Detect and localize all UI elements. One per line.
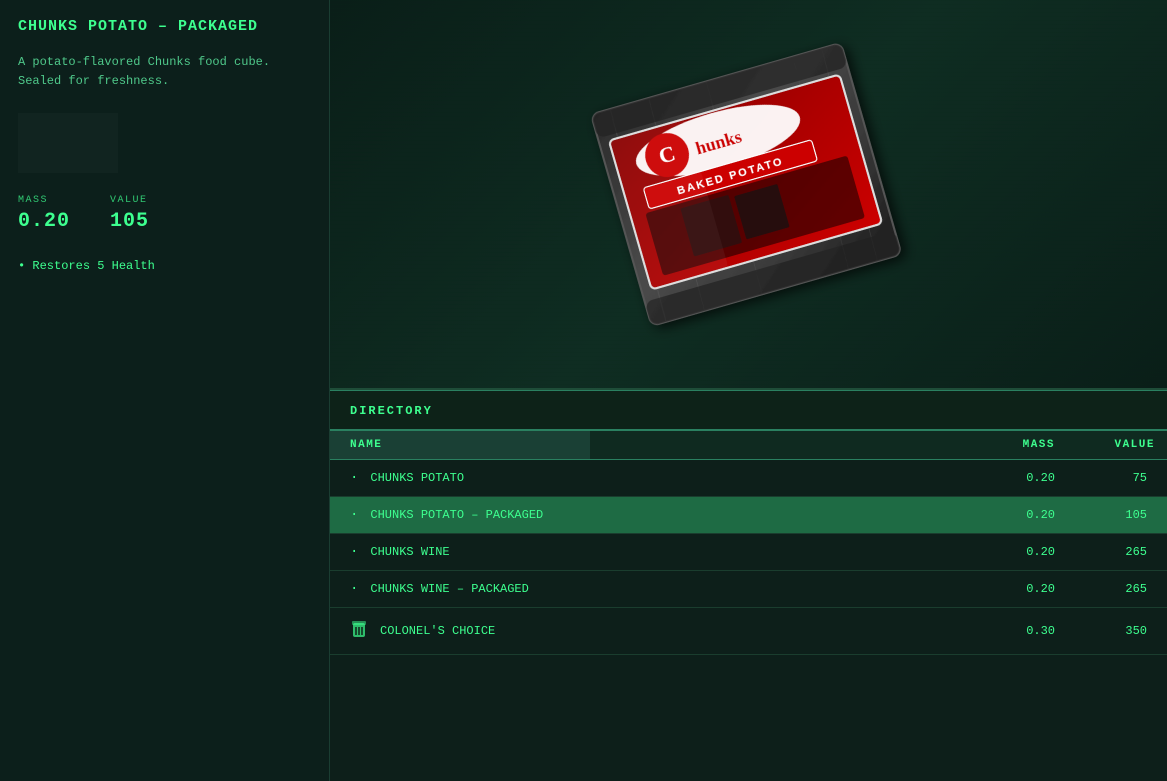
row-spacer: [590, 608, 967, 655]
header-value: VALUE: [1067, 431, 1167, 460]
row-name-cell: COLONEL'S CHOICE: [330, 608, 590, 655]
header-mass: MASS: [967, 431, 1067, 460]
table-row[interactable]: · CHUNKS WINE – PACKAGED 0.20265: [330, 571, 1167, 608]
row-spacer: [590, 571, 967, 608]
directory-header: DIRECTORY: [330, 390, 1167, 431]
row-value: 105: [1067, 497, 1167, 534]
row-name-text: CHUNKS WINE – PACKAGED: [370, 582, 528, 596]
table-row[interactable]: · CHUNKS WINE 0.20265: [330, 534, 1167, 571]
item-display-area: C hunks BAKED POTATO: [330, 0, 1167, 390]
item-title: CHUNKS POTATO – PACKAGED: [18, 18, 311, 35]
header-name: NAME: [330, 431, 590, 460]
value-value: 105: [110, 210, 149, 233]
row-name-cell: · CHUNKS WINE – PACKAGED: [330, 571, 590, 608]
row-bullet: ·: [350, 470, 358, 486]
row-bullet: ·: [350, 581, 358, 597]
effects-list: Restores 5 Health: [18, 257, 311, 275]
row-mass: 0.20: [967, 571, 1067, 608]
header-spacer: [590, 431, 967, 460]
row-mass: 0.30: [967, 608, 1067, 655]
row-name-text: CHUNKS WINE: [370, 545, 449, 559]
value-label: VALUE: [110, 195, 149, 206]
item-description: A potato-flavored Chunks food cube.Seale…: [18, 53, 311, 91]
directory-section: DIRECTORY NAME MASS VALUE · CHUNKS POTATO…: [330, 390, 1167, 781]
mass-label: MASS: [18, 195, 70, 206]
item-thumbnail: [18, 113, 118, 173]
row-value: 265: [1067, 534, 1167, 571]
value-stat: VALUE 105: [110, 195, 149, 233]
row-name-text: CHUNKS POTATO: [370, 471, 464, 485]
row-name-text: CHUNKS POTATO – PACKAGED: [370, 508, 543, 522]
table-row[interactable]: COLONEL'S CHOICE 0.30350: [330, 608, 1167, 655]
directory-title: DIRECTORY: [350, 404, 433, 418]
row-mass: 0.20: [967, 460, 1067, 497]
row-name-text: COLONEL'S CHOICE: [380, 624, 495, 638]
row-name-cell: · CHUNKS POTATO – PACKAGED: [330, 497, 590, 534]
directory-table-wrapper: NAME MASS VALUE ·CHUNKS POTATO0.2075·CHU…: [330, 431, 1167, 655]
directory-table: NAME MASS VALUE ·CHUNKS POTATO0.2075·CHU…: [330, 431, 1167, 655]
mass-stat: MASS 0.20: [18, 195, 70, 233]
item-3d-display: C hunks BAKED POTATO: [518, 6, 978, 381]
left-panel: CHUNKS POTATO – PACKAGED A potato-flavor…: [0, 0, 330, 781]
row-mass: 0.20: [967, 497, 1067, 534]
table-header: NAME MASS VALUE: [330, 431, 1167, 460]
row-name-cell: · CHUNKS POTATO: [330, 460, 590, 497]
mass-value: 0.20: [18, 210, 70, 233]
row-value: 75: [1067, 460, 1167, 497]
row-bullet: ·: [350, 544, 358, 560]
row-icon: [350, 618, 368, 644]
row-spacer: [590, 460, 967, 497]
table-row[interactable]: · CHUNKS POTATO – PACKAGED 0.20105: [330, 497, 1167, 534]
row-value: 265: [1067, 571, 1167, 608]
row-bullet: ·: [350, 507, 358, 523]
row-mass: 0.20: [967, 534, 1067, 571]
effect-health: Restores 5 Health: [18, 257, 311, 275]
row-spacer: [590, 534, 967, 571]
stats-row: MASS 0.20 VALUE 105: [18, 195, 311, 233]
row-name-cell: · CHUNKS WINE: [330, 534, 590, 571]
row-value: 350: [1067, 608, 1167, 655]
table-row[interactable]: · CHUNKS POTATO 0.2075: [330, 460, 1167, 497]
row-spacer: [590, 497, 967, 534]
right-panel: C hunks BAKED POTATO DI: [330, 0, 1167, 781]
